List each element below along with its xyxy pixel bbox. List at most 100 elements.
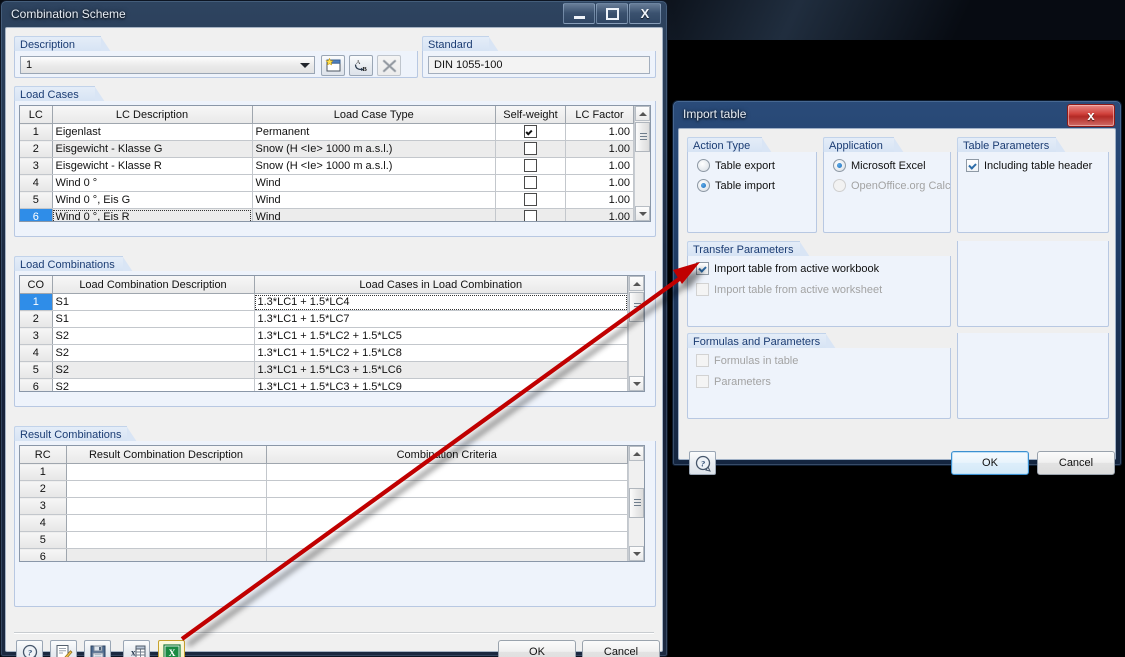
help-button[interactable]: ? xyxy=(689,451,716,475)
cell-result-description[interactable] xyxy=(66,514,267,532)
load-combinations-scrollbar[interactable] xyxy=(628,276,644,391)
table-row[interactable]: 1 xyxy=(20,463,628,481)
cancel-button[interactable]: Cancel xyxy=(1037,451,1115,475)
table-row[interactable]: 4 xyxy=(20,514,628,532)
scroll-down-icon[interactable] xyxy=(629,546,644,561)
ok-button[interactable]: OK xyxy=(498,640,576,657)
table-row[interactable]: 2 S1 1.3*LC1 + 1.5*LC7 xyxy=(20,310,628,328)
cell-lc-description[interactable]: Wind 0 °, Eis R xyxy=(52,208,253,221)
checkbox-icon[interactable] xyxy=(524,159,537,172)
table-row[interactable]: 6 Wind 0 °, Eis R Wind 1.00 xyxy=(20,208,634,221)
cell-result-description[interactable] xyxy=(66,497,267,515)
cell-criteria[interactable] xyxy=(266,497,628,515)
scroll-up-icon[interactable] xyxy=(635,106,650,121)
cell-combination-description[interactable]: S2 xyxy=(52,327,255,345)
table-row[interactable]: 3 S2 1.3*LC1 + 1.5*LC2 + 1.5*LC5 xyxy=(20,327,628,345)
scroll-down-icon[interactable] xyxy=(629,376,644,391)
close-icon[interactable]: X xyxy=(629,3,661,24)
checkbox-import-from-active-workbook[interactable]: Import table from active workbook xyxy=(696,262,879,275)
table-row[interactable]: 3 xyxy=(20,497,628,515)
cell-lc-description[interactable]: Wind 0 ° xyxy=(52,174,253,192)
cell-load-cases[interactable]: 1.3*LC1 + 1.5*LC2 + 1.5*LC5 xyxy=(254,327,628,345)
table-export-button[interactable]: x xyxy=(123,640,150,657)
checkbox-icon[interactable] xyxy=(524,125,537,138)
scroll-down-icon[interactable] xyxy=(635,206,650,221)
radio-icon[interactable] xyxy=(833,159,846,172)
cell-load-cases[interactable]: 1.3*LC1 + 1.5*LC2 + 1.5*LC8 xyxy=(254,344,628,362)
cell-combination-description[interactable]: S2 xyxy=(52,344,255,362)
new-scheme-button[interactable] xyxy=(321,55,345,76)
table-row[interactable]: 4 S2 1.3*LC1 + 1.5*LC2 + 1.5*LC8 xyxy=(20,344,628,362)
result-combinations-table[interactable]: RC Result Combination Description Combin… xyxy=(19,445,645,562)
checkbox-parameters[interactable]: Parameters xyxy=(696,375,771,388)
cell-self-weight[interactable] xyxy=(495,123,566,141)
radio-icon[interactable] xyxy=(833,179,846,192)
cell-self-weight[interactable] xyxy=(495,208,566,221)
scroll-thumb[interactable] xyxy=(629,292,644,322)
cell-load-case-type[interactable]: Wind xyxy=(252,208,496,221)
table-row[interactable]: 1 S1 1.3*LC1 + 1.5*LC4 xyxy=(20,293,628,311)
checkbox-icon[interactable] xyxy=(524,142,537,155)
cell-criteria[interactable] xyxy=(266,463,628,481)
scroll-thumb[interactable] xyxy=(629,488,644,518)
radio-icon[interactable] xyxy=(697,159,710,172)
help-button[interactable]: ? xyxy=(16,640,43,657)
table-row[interactable]: 6 xyxy=(20,548,628,561)
radio-openoffice-calc[interactable]: OpenOffice.org Calc xyxy=(833,179,950,192)
table-row[interactable]: 4 Wind 0 ° Wind 1.00 xyxy=(20,174,634,192)
cell-result-description[interactable] xyxy=(66,531,267,549)
cell-load-cases[interactable]: 1.3*LC1 + 1.5*LC4 xyxy=(254,293,628,311)
cell-lc-factor[interactable]: 1.00 xyxy=(565,157,634,175)
ok-button[interactable]: OK xyxy=(951,451,1029,475)
table-row[interactable]: 2 xyxy=(20,480,628,498)
delete-scheme-button[interactable] xyxy=(377,55,401,76)
edit-button[interactable] xyxy=(50,640,77,657)
load-cases-table[interactable]: LC LC Description Load Case Type Self-we… xyxy=(19,105,651,222)
checkbox-icon[interactable] xyxy=(696,262,709,275)
cell-criteria[interactable] xyxy=(266,480,628,498)
table-row[interactable]: 1 Eigenlast Permanent 1.00 xyxy=(20,123,634,141)
cell-criteria[interactable] xyxy=(266,514,628,532)
description-combo[interactable]: 1 xyxy=(20,56,315,74)
result-combinations-scrollbar[interactable] xyxy=(628,446,644,561)
scroll-up-icon[interactable] xyxy=(629,276,644,291)
cell-load-cases[interactable]: 1.3*LC1 + 1.5*LC3 + 1.5*LC6 xyxy=(254,361,628,379)
cell-load-cases[interactable]: 1.3*LC1 + 1.5*LC3 + 1.5*LC9 xyxy=(254,378,628,391)
cell-criteria[interactable] xyxy=(266,548,628,561)
radio-icon[interactable] xyxy=(697,179,710,192)
cell-lc-description[interactable]: Eisgewicht - Klasse G xyxy=(52,140,253,158)
cell-self-weight[interactable] xyxy=(495,140,566,158)
radio-table-export[interactable]: Table export xyxy=(697,159,775,172)
checkbox-including-table-header[interactable]: Including table header xyxy=(966,159,1092,172)
checkbox-icon[interactable] xyxy=(696,375,709,388)
excel-button[interactable]: X xyxy=(158,640,185,657)
cell-lc-factor[interactable]: 1.00 xyxy=(565,208,634,221)
cell-load-case-type[interactable]: Snow (H <Ie> 1000 m a.s.l.) xyxy=(252,157,496,175)
checkbox-icon[interactable] xyxy=(696,354,709,367)
table-row[interactable]: 6 S2 1.3*LC1 + 1.5*LC3 + 1.5*LC9 xyxy=(20,378,628,391)
cell-combination-description[interactable]: S1 xyxy=(52,293,255,311)
cell-lc-factor[interactable]: 1.00 xyxy=(565,140,634,158)
cell-self-weight[interactable] xyxy=(495,174,566,192)
radio-table-import[interactable]: Table import xyxy=(697,179,775,192)
rename-scheme-button[interactable]: A B xyxy=(349,55,373,76)
scroll-thumb[interactable] xyxy=(635,122,650,152)
table-row[interactable]: 5 xyxy=(20,531,628,549)
cell-result-description[interactable] xyxy=(66,548,267,561)
checkbox-icon[interactable] xyxy=(966,159,979,172)
minimize-icon[interactable] xyxy=(563,3,595,24)
cell-lc-factor[interactable]: 1.00 xyxy=(565,191,634,209)
table-row[interactable]: 3 Eisgewicht - Klasse R Snow (H <Ie> 100… xyxy=(20,157,634,175)
cell-result-description[interactable] xyxy=(66,463,267,481)
radio-microsoft-excel[interactable]: Microsoft Excel xyxy=(833,159,926,172)
cell-combination-description[interactable]: S2 xyxy=(52,361,255,379)
close-icon[interactable]: x xyxy=(1067,104,1115,127)
cell-self-weight[interactable] xyxy=(495,191,566,209)
checkbox-import-from-active-worksheet[interactable]: Import table from active worksheet xyxy=(696,283,882,296)
checkbox-icon[interactable] xyxy=(524,193,537,206)
cell-load-case-type[interactable]: Wind xyxy=(252,191,496,209)
maximize-icon[interactable] xyxy=(596,3,628,24)
cell-self-weight[interactable] xyxy=(495,157,566,175)
cell-load-case-type[interactable]: Snow (H <Ie> 1000 m a.s.l.) xyxy=(252,140,496,158)
cell-result-description[interactable] xyxy=(66,480,267,498)
